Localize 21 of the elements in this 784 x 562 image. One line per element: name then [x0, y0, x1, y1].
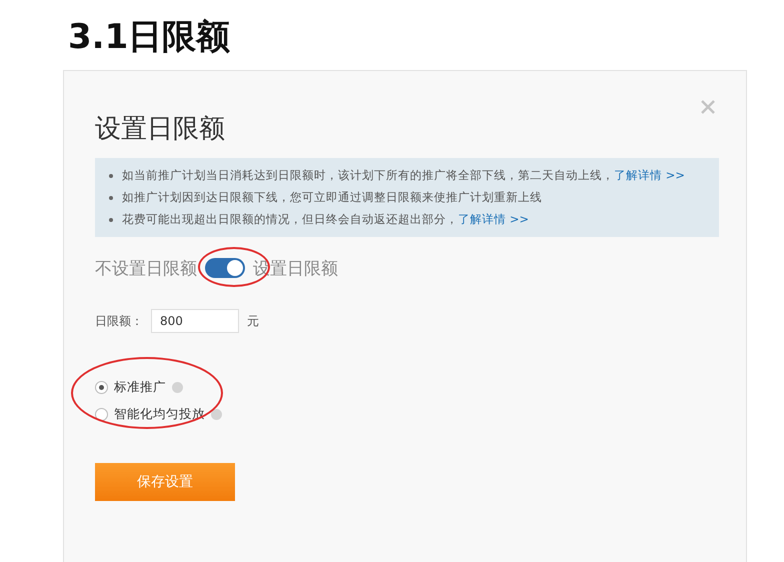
radio-label: 标准推广: [114, 379, 166, 396]
page-heading: 3.1日限额: [68, 16, 230, 59]
details-link[interactable]: 了解详情 >>: [458, 212, 529, 226]
toggle-switch[interactable]: [205, 258, 245, 278]
annotation-ellipse: [198, 247, 270, 287]
toggle-off-label: 不设置日限额: [95, 258, 197, 280]
save-button[interactable]: 保存设置: [95, 463, 235, 501]
limit-input-field[interactable]: 800: [151, 309, 239, 333]
bullet-icon: [109, 218, 113, 222]
field-label: 日限额：: [95, 312, 143, 330]
notice-text: 如当前推广计划当日消耗达到日限额时，该计划下所有的推广将全部下线，第二天自动上线，了解详情 >>: [122, 168, 685, 183]
help-icon[interactable]: [211, 409, 222, 420]
dialog-title: 设置日限额: [95, 113, 225, 146]
bullet-icon: [109, 196, 113, 200]
radio-button[interactable]: [95, 408, 108, 421]
notice-text: 如推广计划因到达日限额下线，您可立即通过调整日限额来使推广计划重新上线: [122, 190, 542, 205]
notice-text: 花费可能出现超出日限额的情况，但日终会自动返还超出部分，了解详情 >>: [122, 212, 529, 227]
bullet-icon: [109, 174, 113, 178]
details-link[interactable]: 了解详情 >>: [614, 168, 685, 182]
radio-button[interactable]: [95, 381, 108, 394]
unit-label: 元: [247, 312, 259, 330]
